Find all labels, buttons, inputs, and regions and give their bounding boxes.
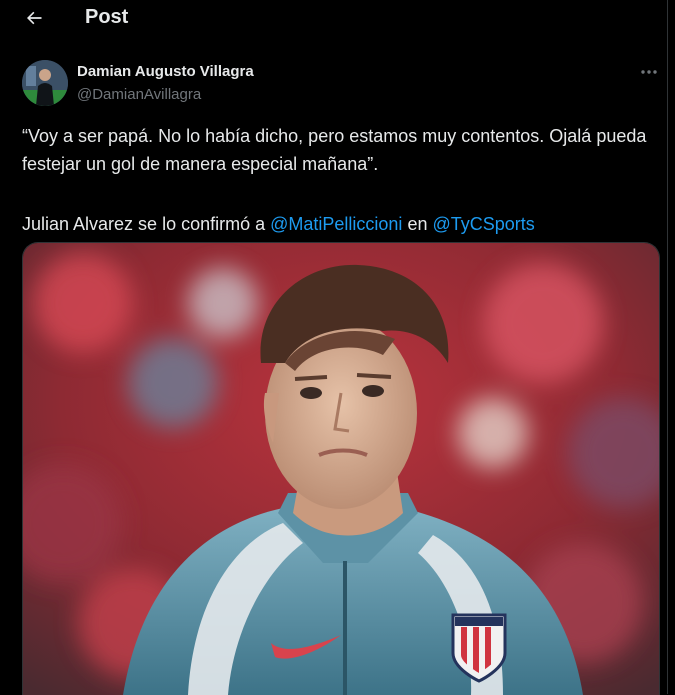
post-column: Post Damian Augusto Villagra @DamianAvil… (0, 0, 668, 695)
more-options-button[interactable] (637, 62, 661, 82)
author-handle[interactable]: @DamianAvillagra (77, 86, 201, 103)
tweet-line-2: Julian Alvarez se lo confirmó a @MatiPel… (22, 210, 652, 238)
author-block: Damian Augusto Villagra @DamianAvillagra (22, 60, 642, 108)
tweet-line-2-middle: en (402, 214, 433, 234)
avatar[interactable] (22, 60, 68, 106)
tweet-text: “Voy a ser papá. No lo había dicho, pero… (22, 122, 652, 238)
tweet-quote: “Voy a ser papá. No lo había dicho, pero… (22, 126, 647, 174)
tweet-line-2-prefix: Julian Alvarez se lo confirmó a (22, 214, 271, 234)
back-button[interactable] (20, 4, 48, 32)
mention-link-matipelliccioni[interactable]: @MatiPelliccioni (270, 214, 402, 234)
post-header: Post (0, 0, 667, 36)
page-title: Post (85, 6, 129, 28)
author-display-name[interactable]: Damian Augusto Villagra (77, 63, 254, 80)
arrow-left-icon (27, 11, 42, 25)
mention-link-tycsports[interactable]: @TyCSports (432, 214, 534, 234)
more-horizontal-icon (641, 70, 657, 74)
tweet-photo[interactable] (22, 242, 660, 695)
